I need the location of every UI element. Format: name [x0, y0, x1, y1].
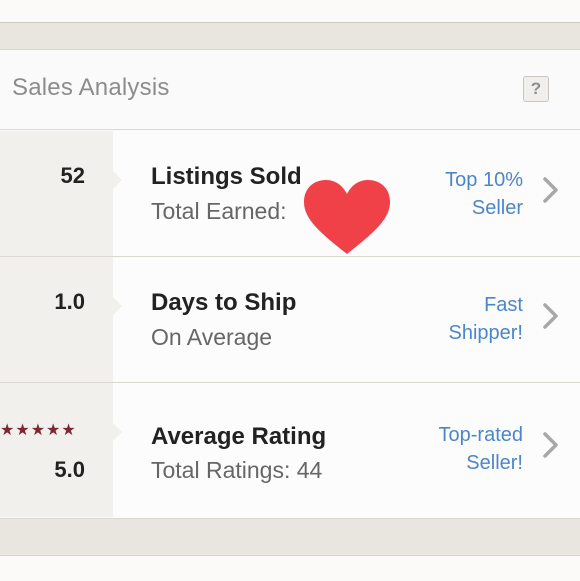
days-to-ship-row[interactable]: 1.0 Days to Ship On Average Fast Shipper…	[0, 257, 580, 383]
chevron-right-icon[interactable]	[539, 301, 563, 331]
stat-panel: ★★★★★ 5.0	[0, 383, 122, 517]
chevron-right-icon[interactable]	[539, 430, 563, 460]
heart-icon	[304, 180, 390, 254]
average-rating-row[interactable]: ★★★★★ 5.0 Average Rating Total Ratings: …	[0, 383, 580, 517]
top-strip	[0, 0, 580, 23]
shipper-badge-link[interactable]: Fast Shipper!	[449, 291, 524, 347]
row-title: Days to Ship	[151, 289, 297, 316]
row-subtitle: Total Ratings: 44	[151, 457, 323, 483]
question-mark-icon[interactable]: ?	[523, 76, 549, 102]
bottom-strip	[0, 555, 580, 581]
badge-line-1: Top 10%	[445, 169, 523, 191]
row-title: Average Rating	[151, 423, 327, 450]
stat-panel: 1.0	[0, 257, 122, 382]
star-rating: ★★★★★	[0, 422, 77, 439]
chevron-right-icon[interactable]	[539, 175, 563, 205]
listings-sold-row[interactable]: 52 Listings Sold Total Earned: Top 10% S…	[0, 131, 580, 257]
badge-line-2: Shipper!	[448, 322, 524, 344]
stat-value: 52	[60, 163, 85, 188]
stat-value: 5.0	[54, 457, 85, 482]
badge-line-1: Top-rated	[438, 424, 524, 446]
badge-line-2: Seller	[471, 197, 523, 219]
card-header: Sales Analysis ?	[0, 50, 580, 130]
stat-panel: 52	[0, 131, 122, 256]
top-rated-badge-link[interactable]: Top-rated Seller!	[439, 421, 524, 477]
badge-line-1: Fast	[484, 294, 523, 316]
badge-line-2: Seller!	[466, 452, 523, 474]
row-title: Listings Sold	[151, 163, 302, 190]
sales-analysis-card: Sales Analysis ? 52 Listings Sold Total …	[0, 49, 580, 519]
seller-badge-link[interactable]: Top 10% Seller	[445, 166, 523, 222]
row-subtitle: Total Earned:	[151, 198, 287, 224]
row-subtitle: On Average	[151, 324, 273, 350]
stat-value: 1.0	[54, 289, 85, 314]
card-title: Sales Analysis	[12, 74, 170, 101]
